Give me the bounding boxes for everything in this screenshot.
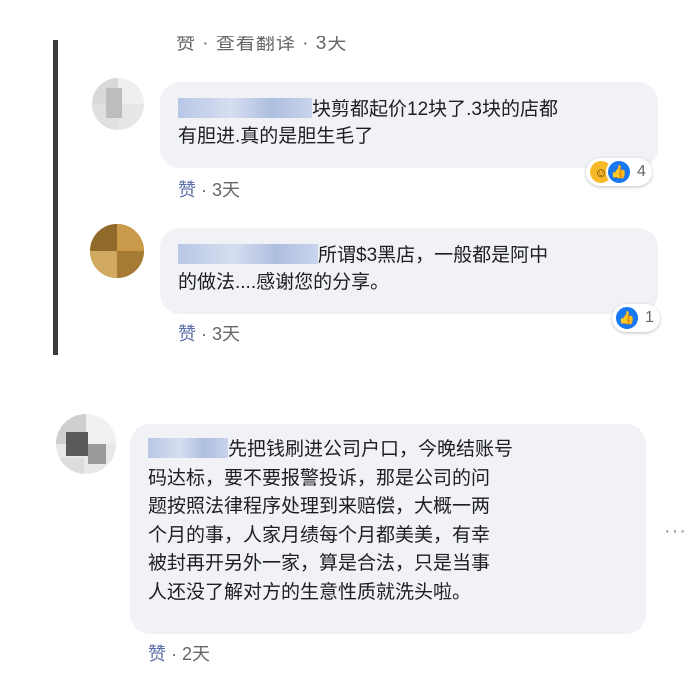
comment-line: 个月的事，人家月绩每个月都美美，有幸 [148, 524, 491, 546]
reaction-count: 1 [645, 309, 654, 326]
timestamp[interactable]: 2天 [182, 644, 210, 664]
avatar[interactable] [90, 224, 144, 278]
avatar[interactable] [92, 78, 144, 130]
separator: · [201, 180, 213, 200]
comment-meta: 赞 · 3天 [178, 176, 240, 202]
redacted-name [148, 438, 228, 458]
like-button[interactable]: 赞 [178, 180, 196, 200]
redacted-name [178, 98, 312, 118]
like-button[interactable]: 赞 [148, 644, 166, 664]
like-button[interactable]: 赞 [178, 324, 196, 344]
thread-line [53, 40, 58, 355]
reaction-count: 4 [637, 163, 646, 180]
comment-meta: 赞 · 3天 [178, 320, 240, 346]
comment-line: 人还没了解对方的生意性质就洗头啦。 [148, 581, 472, 603]
comment-text: 所谓$3黑店，一般都是阿中 的做法....感谢您的分享。 [178, 242, 548, 296]
timestamp[interactable]: 3天 [212, 324, 240, 344]
avatar[interactable] [56, 414, 116, 474]
timestamp[interactable]: 3天 [212, 180, 240, 200]
separator: · [201, 324, 213, 344]
comment-line: 块剪都起价12块了.3块的店都 [312, 99, 558, 120]
more-options-icon[interactable]: ··· [664, 520, 687, 543]
comment-line: 的做法....感谢您的分享。 [178, 272, 390, 293]
separator: · [171, 644, 183, 664]
comment-line: 有胆进.真的是胆生毛了 [178, 126, 374, 147]
like-reaction-icon: 👍 [614, 305, 640, 331]
comment-text: 块剪都起价12块了.3块的店都 有胆进.真的是胆生毛了 [178, 96, 558, 150]
comment-meta: 赞 · 2天 [148, 640, 210, 666]
reaction-summary[interactable]: 👍 1 [612, 304, 660, 332]
comment-line: 码达标，要不要报警投诉，那是公司的问 [148, 467, 491, 489]
like-reaction-icon: 👍 [606, 159, 632, 185]
comment-line: 被封再开另外一家，算是合法，只是当事 [148, 553, 491, 574]
previous-comment-meta: 赞 · 查看翻译 · 3天 [176, 36, 348, 52]
comment-line: 所谓$3黑店，一般都是阿中 [318, 245, 549, 266]
comment-line: 先把钱刷进公司户口，今晚结账号 [228, 439, 514, 460]
comment-text: 先把钱刷进公司户口，今晚结账号 码达标，要不要报警投诉，那是公司的问 题按照法律… [148, 436, 513, 607]
redacted-name [178, 244, 318, 264]
reaction-summary[interactable]: ☺ 👍 4 [586, 158, 652, 186]
comment-line: 题按照法律程序处理到来赔偿，大概一两 [148, 496, 491, 517]
